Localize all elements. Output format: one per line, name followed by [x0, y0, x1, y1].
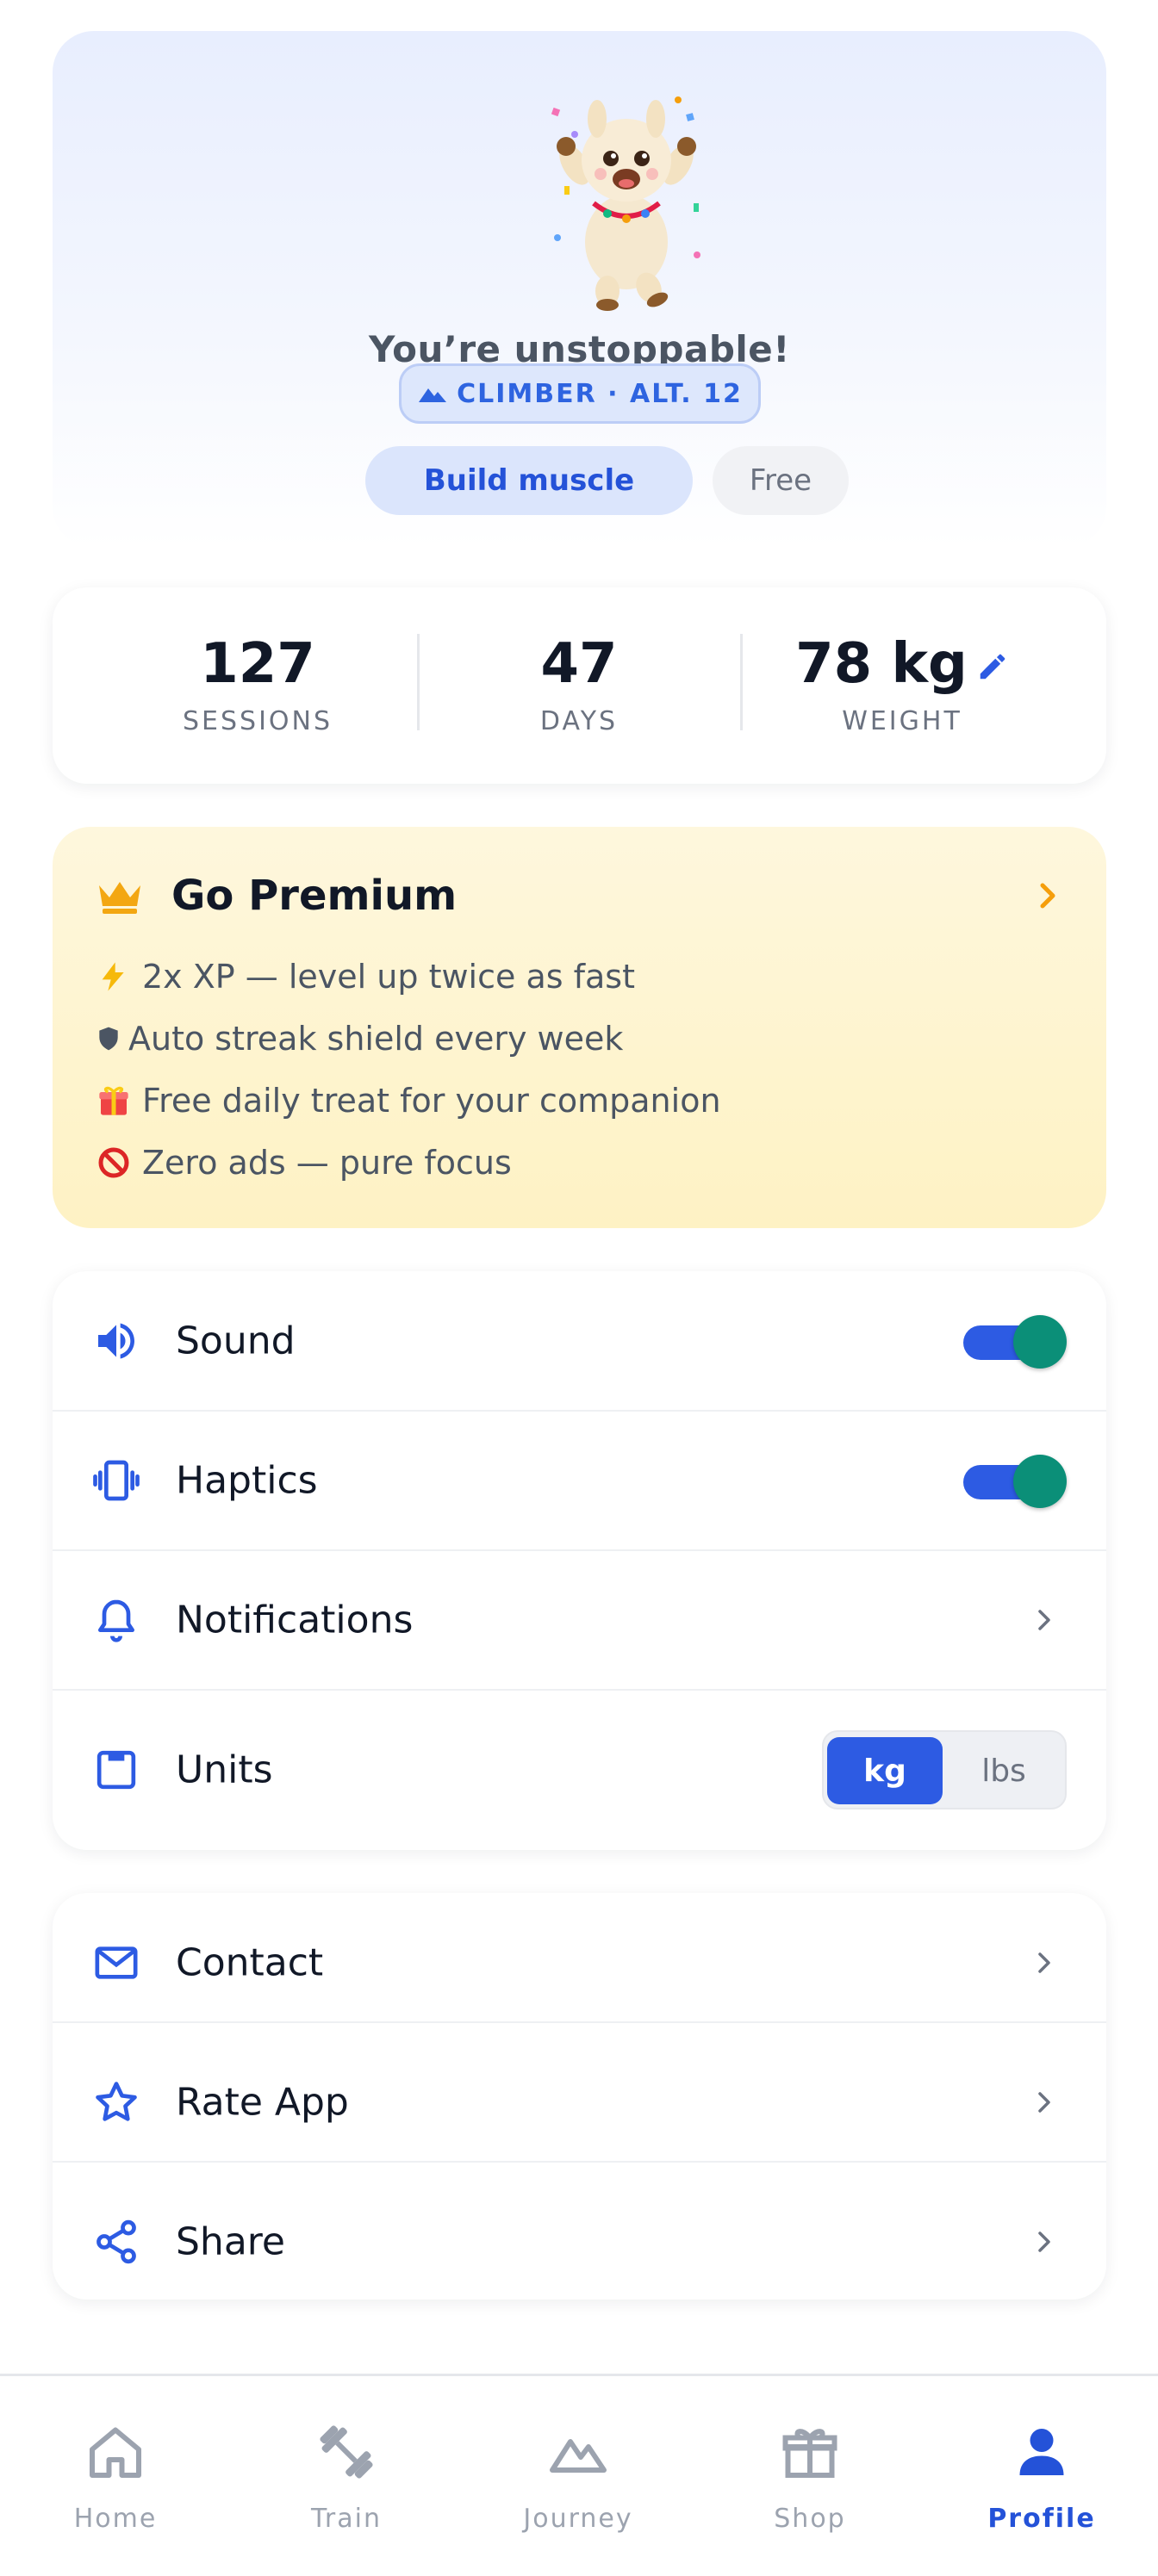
- llama-mascot-icon: [551, 96, 700, 311]
- stat-value: 47: [540, 632, 618, 696]
- speaker-icon: [98, 1323, 134, 1359]
- tab-label: Home: [73, 2504, 158, 2534]
- stat-label: WEIGHT: [842, 706, 962, 736]
- mail-icon: [95, 1946, 138, 1979]
- setting-row-notifications[interactable]: Notifications: [53, 1550, 1106, 1690]
- stat-days: 47 DAYS: [419, 587, 739, 784]
- dumbbell-icon: [320, 2425, 373, 2479]
- tab-label: Journey: [523, 2504, 633, 2534]
- no-ads-icon: [94, 1143, 134, 1182]
- toggle-knob: [1013, 1315, 1067, 1369]
- home-icon: [90, 2427, 141, 2478]
- stat-value: 127: [200, 632, 315, 696]
- benefit-text: Auto streak shield every week: [128, 1020, 624, 1058]
- units-segmented-control: kg lbs: [822, 1730, 1067, 1809]
- benefit-text: 2x XP — level up twice as fast: [142, 958, 635, 996]
- toggle-knob: [1013, 1455, 1067, 1508]
- sound-toggle[interactable]: [963, 1315, 1067, 1369]
- rank-badge: CLIMBER · ALT. 12: [399, 363, 761, 424]
- crown-icon: [99, 882, 140, 914]
- chevron-right-icon[interactable]: [1034, 878, 1063, 913]
- weight-value: 78 kg: [795, 632, 968, 696]
- stat-label: SESSIONS: [182, 706, 333, 736]
- goal-chip[interactable]: Build muscle: [365, 446, 693, 515]
- tab-train[interactable]: Train: [231, 2376, 462, 2576]
- premium-header: Go Premium: [96, 870, 457, 922]
- tab-label: Profile: [987, 2504, 1096, 2534]
- premium-benefit: Free daily treat for your companion: [94, 1077, 721, 1125]
- setting-label: Notifications: [176, 1598, 414, 1642]
- tab-profile[interactable]: Profile: [926, 2376, 1157, 2576]
- link-row-contact[interactable]: Contact: [53, 1893, 1106, 2033]
- stats-card: 127 SESSIONS 47 DAYS 78 kg WEIGHT: [53, 587, 1106, 784]
- link-row-rate[interactable]: Rate App: [53, 2033, 1106, 2172]
- edit-pencil-icon[interactable]: [976, 650, 1009, 683]
- setting-label: Sound: [176, 1319, 296, 1363]
- setting-row-units: Units kg lbs: [53, 1690, 1106, 1850]
- haptics-toggle[interactable]: [963, 1455, 1067, 1508]
- person-icon: [1019, 2429, 1064, 2475]
- mountain-icon: [419, 388, 447, 402]
- tab-label: Train: [311, 2504, 382, 2534]
- gift-icon: [94, 1081, 134, 1120]
- shield-icon: [94, 1019, 123, 1058]
- stat-label: DAYS: [539, 706, 619, 736]
- link-label: Rate App: [176, 2080, 349, 2125]
- benefit-text: Free daily treat for your companion: [142, 1082, 721, 1120]
- links-list: Contact Rate App Share: [53, 1893, 1106, 2300]
- tab-shop[interactable]: Shop: [694, 2376, 925, 2576]
- stat-weight[interactable]: 78 kg WEIGHT: [742, 587, 1062, 784]
- setting-row-haptics[interactable]: Haptics: [53, 1411, 1106, 1550]
- scale-icon: [96, 1750, 136, 1790]
- chevron-right-icon: [1038, 2231, 1050, 2252]
- tab-journey[interactable]: Journey: [463, 2376, 694, 2576]
- star-icon: [96, 2082, 137, 2121]
- units-option-kg[interactable]: kg: [827, 1737, 943, 1804]
- row-divider: [53, 2161, 1106, 2163]
- stat-sessions: 127 SESSIONS: [97, 587, 418, 784]
- row-divider: [53, 2021, 1106, 2023]
- benefit-text: Zero ads — pure focus: [142, 1144, 512, 1182]
- bell-icon: [98, 1599, 135, 1642]
- chevron-right-icon: [1038, 1610, 1050, 1630]
- plan-chip[interactable]: Free: [713, 446, 849, 515]
- tab-home[interactable]: Home: [0, 2376, 231, 2576]
- premium-benefit: Zero ads — pure focus: [94, 1139, 512, 1187]
- link-label: Contact: [176, 1940, 324, 1985]
- setting-row-sound[interactable]: Sound: [53, 1271, 1106, 1411]
- share-icon: [96, 2219, 136, 2264]
- rank-badge-label: CLIMBER · ALT. 12: [457, 378, 743, 409]
- bottom-tab-bar: Home Train Journey Shop Profile: [0, 2374, 1158, 2576]
- premium-title: Go Premium: [171, 872, 458, 920]
- lightning-icon: [94, 957, 134, 996]
- vibration-icon: [93, 1460, 140, 1501]
- go-premium-card[interactable]: Go Premium 2x XP — level up twice as fas…: [53, 827, 1106, 1228]
- settings-list: Sound Haptics Notifications Units kg lbs: [53, 1271, 1106, 1850]
- gift-icon: [782, 2429, 837, 2478]
- chevron-right-icon: [1038, 1952, 1050, 1973]
- link-label: Share: [176, 2219, 285, 2264]
- premium-benefit: Auto streak shield every week: [94, 1015, 623, 1063]
- chevron-right-icon: [1038, 2092, 1050, 2113]
- profile-hero-card: You’re unstoppable! CLIMBER · ALT. 12 Bu…: [53, 31, 1106, 548]
- premium-benefit: 2x XP — level up twice as fast: [94, 953, 635, 1001]
- setting-label: Units: [176, 1747, 273, 1792]
- stat-value: 78 kg: [742, 632, 1062, 696]
- tab-label: Shop: [774, 2504, 846, 2534]
- units-option-lbs[interactable]: lbs: [946, 1737, 1062, 1804]
- link-row-share[interactable]: Share: [53, 2172, 1106, 2312]
- mountain-icon: [550, 2439, 607, 2473]
- setting-label: Haptics: [176, 1458, 318, 1503]
